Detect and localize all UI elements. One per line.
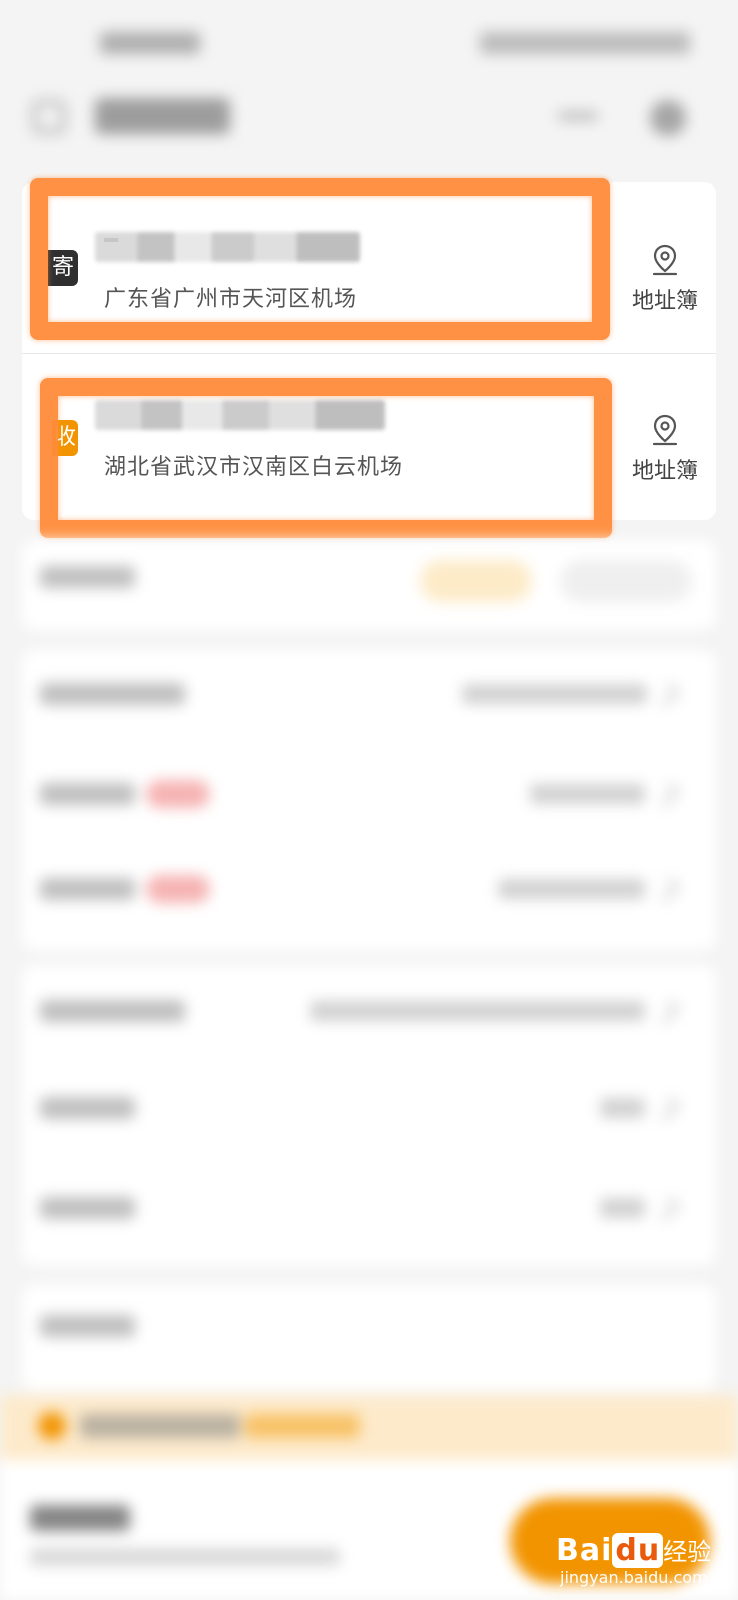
sender-address-book-label: 地址簿: [631, 289, 698, 314]
option-pill-selected[interactable]: [420, 560, 532, 602]
tips-text: [80, 1414, 240, 1438]
option-pill[interactable]: [560, 560, 692, 602]
sender-highlight-box: [30, 178, 610, 340]
form-row-label: [40, 783, 135, 805]
location-pin-icon: [652, 414, 678, 446]
form-row-label: [40, 683, 185, 705]
status-icons: [480, 32, 690, 54]
form-row-value[interactable]: [498, 879, 645, 899]
sender-address-book-button[interactable]: 地址簿: [625, 243, 705, 315]
status-badge: [146, 780, 210, 808]
form-row-label: [40, 1197, 135, 1219]
form-row-value[interactable]: [600, 1198, 645, 1218]
tips-link[interactable]: [245, 1414, 360, 1438]
form-row-value[interactable]: [600, 1098, 645, 1118]
watermark: Bai du 经验: [556, 1532, 711, 1568]
status-time: [100, 32, 200, 54]
remark-label[interactable]: [40, 1315, 135, 1337]
watermark-logo-du: du: [612, 1533, 664, 1568]
remark-card: [22, 1285, 716, 1390]
receiver-highlight-box: [40, 378, 612, 538]
watermark-logo-bai: Bai: [556, 1533, 613, 1568]
form-row-value[interactable]: [530, 784, 645, 804]
price-note: [30, 1548, 340, 1566]
receiver-address-book-label: 地址簿: [631, 459, 698, 484]
address-divider: [22, 353, 716, 354]
home-icon[interactable]: [32, 100, 66, 134]
location-pin-icon: [652, 244, 678, 276]
watermark-logo: Bai du: [556, 1533, 664, 1568]
watermark-url: jingyan.baidu.com: [560, 1568, 708, 1587]
info-icon: [38, 1412, 66, 1440]
form-row-label: [40, 1000, 185, 1022]
page-title: [95, 98, 230, 134]
target-icon[interactable]: [650, 100, 686, 136]
form-row-label: [40, 1097, 135, 1119]
price-estimate: [30, 1505, 130, 1531]
form-row-value[interactable]: [462, 684, 647, 704]
watermark-logo-cn: 经验: [663, 1538, 712, 1566]
status-badge: [146, 875, 210, 903]
more-dots-icon[interactable]: [558, 112, 598, 120]
option-label: [40, 566, 135, 588]
receiver-address-book-button[interactable]: 地址簿: [625, 413, 705, 485]
form-row-value[interactable]: [310, 1001, 645, 1021]
form-row-label: [40, 878, 135, 900]
